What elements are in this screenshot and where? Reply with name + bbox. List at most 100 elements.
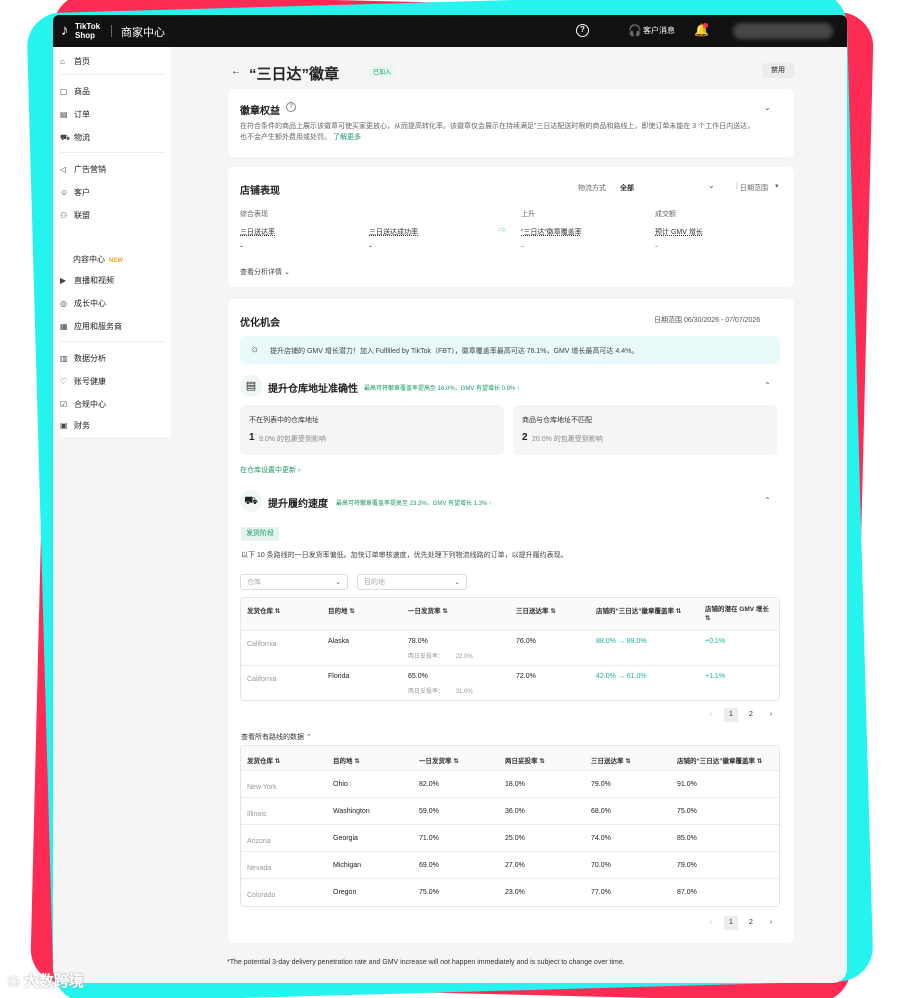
column-header-warehouse[interactable]: 发货仓库 ⇅ — [247, 755, 280, 765]
column-header-coverage[interactable]: 店铺的“三日达”徽章覆盖率 ⇅ — [677, 755, 762, 765]
opportunity-date-range: 日期范围 06/30/2026 - 07/07/2026 — [654, 317, 761, 324]
info-icon[interactable]: ? — [286, 102, 296, 112]
notification-dot — [703, 23, 708, 28]
apps-icon: ▦ — [60, 322, 68, 331]
cell: 23.0% — [505, 889, 525, 896]
sidebar-item-analytics[interactable]: ▥ 数据分析 — [60, 352, 106, 366]
megaphone-icon: ◁ — [60, 165, 67, 174]
page-button-1[interactable]: 1 — [724, 916, 738, 930]
column-header-3day-rate[interactable]: 三日送达率 ⇅ — [516, 605, 556, 615]
sidebar-item-label: 直播和视频 — [74, 276, 114, 285]
sidebar-item-finance[interactable]: ▣ 财务 — [60, 419, 171, 437]
fbt-banner-text: 提升店铺的 GMV 增长潜力！加入 Fulfilled by TikTok（FB… — [270, 348, 639, 355]
row-divider — [241, 665, 779, 666]
rise-label: 上升 — [521, 211, 535, 218]
video-icon: ▶ — [60, 276, 67, 285]
cell: 27.0% — [505, 862, 525, 869]
column-header-warehouse[interactable]: 发货仓库 ⇅ — [247, 605, 280, 615]
sidebar-item-ads[interactable]: ◁ 广告营销 — [60, 163, 106, 177]
column-header-2day-rate[interactable]: 两日妥投率 ⇅ — [505, 755, 545, 765]
sidebar: ⌂ 首页 ▢ 商品 ▤ 订单 ⛟ 物流 ◁ 广告营销 ☺ 客户 ⚇ 联盟 内容中心 NEW ▶ 直… — [53, 47, 171, 423]
sidebar-item-label: 账号健康 — [74, 377, 106, 386]
cell-3day-rate: 72.0% — [516, 673, 536, 680]
sidebar-item-compliance[interactable]: ☑ 合规中心 — [60, 398, 106, 412]
page-next-button[interactable]: › — [764, 916, 778, 930]
chevron-down-icon[interactable]: ⌄ — [764, 103, 771, 112]
customer-messages-link[interactable]: 客户消息 — [643, 25, 675, 36]
learn-more-link[interactable]: 了解更多 — [333, 134, 361, 141]
sidebar-item-live-video[interactable]: ▶ 直播和视频 — [60, 274, 114, 288]
help-icon[interactable]: ? — [576, 24, 589, 37]
fulfillment-note-text: 最高可将徽章覆盖率提高至 23.3%，GMV 有望增长 1.3% — [336, 501, 488, 507]
sidebar-item-account-health[interactable]: ♡ 账号健康 — [60, 375, 106, 389]
sidebar-item-growth[interactable]: ◎ 成长中心 — [60, 297, 106, 311]
sidebar-item-orders[interactable]: ▤ 订单 — [60, 108, 90, 122]
page-button-2[interactable]: 2 — [744, 916, 758, 930]
table-header — [241, 598, 779, 630]
destination-filter-select[interactable]: 目的地 ⌄ — [357, 574, 467, 590]
column-header-text: 三日送达率 — [591, 758, 624, 765]
warehouse-issue-box[interactable]: 商品与仓库地址不匹配 2 20.0% 的包裹受到影响 — [513, 405, 777, 455]
view-all-routes-link[interactable]: 查看所有路线的数据 ⌃ — [241, 732, 312, 742]
cell-gmv: +0.1% — [705, 638, 726, 645]
sidebar-item-customers[interactable]: ☺ 客户 — [60, 186, 90, 200]
account-avatar-blurred[interactable] — [733, 23, 833, 39]
page-next-button[interactable]: › — [764, 708, 778, 722]
page-button-1[interactable]: 1 — [724, 708, 738, 722]
caret-down-icon[interactable]: ▾ — [775, 182, 779, 190]
back-arrow-icon[interactable]: ← — [229, 65, 243, 79]
disable-button[interactable]: 禁用 — [762, 63, 794, 78]
sidebar-item-logistics[interactable]: ⛟ 物流 — [60, 131, 90, 145]
sidebar-divider — [60, 74, 165, 75]
warehouse-filter-select[interactable]: 仓库 ⌄ — [240, 574, 348, 590]
sidebar-item-affiliate[interactable]: ⚇ 联盟 — [60, 209, 90, 223]
arrow-right-icon: ⇨ — [498, 225, 507, 236]
warehouse-section-title: 提升仓库地址准确性 — [268, 384, 358, 395]
headset-icon[interactable]: 🎧 — [628, 24, 642, 37]
warehouse-note-text: 最高可将徽章覆盖率提高至 16.0%，GMV 有望增长 0.9% — [364, 386, 516, 392]
sidebar-item-apps[interactable]: ▦ 应用和服务商 — [60, 320, 122, 334]
page-prev-button[interactable]: ‹ — [704, 708, 718, 722]
date-range-select[interactable]: 日期范围 — [740, 183, 768, 193]
sidebar-item-products[interactable]: ▢ 商品 — [60, 85, 90, 99]
status-badge: 已加入 — [369, 66, 396, 77]
watermark-text: 大数跨境 — [23, 973, 84, 990]
column-header-ship-rate[interactable]: 一日发货率 ⇅ — [419, 755, 459, 765]
view-analysis-details-link[interactable]: 查看分析详情 ⌄ — [240, 267, 290, 277]
sidebar-divider — [60, 341, 165, 342]
sidebar-item-home[interactable]: ⌂ 首页 — [60, 55, 90, 69]
cell: 36.0% — [505, 808, 525, 815]
logistics-select[interactable]: 全部 — [620, 183, 634, 193]
shipping-stage-tag[interactable]: 发货阶段 — [241, 527, 279, 541]
sidebar-item-label: 财务 — [74, 421, 90, 430]
cell-sub-value: 22.0% — [455, 654, 473, 660]
sidebar-subitem-content-center[interactable]: 内容中心 NEW — [73, 254, 123, 265]
cell: Ohio — [333, 781, 348, 788]
chevron-down-icon: ⌄ — [335, 579, 341, 586]
tiktok-shop-logo[interactable]: TikTok Shop — [75, 22, 100, 40]
vertical-divider: | — [736, 183, 738, 190]
sidebar-item-label: 成长中心 — [74, 299, 106, 308]
chevron-up-icon[interactable]: ⌃ — [764, 496, 771, 505]
column-header-text: 一日发货率 — [419, 758, 452, 765]
update-warehouse-link[interactable]: 在仓库设置中更新 › — [240, 465, 300, 475]
column-header-coverage[interactable]: 店铺的“三日达”徽章覆盖率 ⇅ — [596, 605, 681, 615]
column-header-ship-rate[interactable]: 一日发货率 ⇅ — [408, 605, 448, 615]
page-prev-button[interactable]: ‹ — [704, 916, 718, 930]
cell: New York — [247, 784, 277, 791]
sidebar-subitem-label: 内容中心 — [73, 255, 105, 264]
issue-title: 商品与仓库地址不匹配 — [522, 417, 592, 424]
column-header-destination[interactable]: 目的地 ⇅ — [328, 605, 355, 615]
warehouse-issue-box[interactable]: 不在列表中的仓库地址 1 9.0% 的包裹受到影响 — [240, 405, 504, 455]
column-header-3day-rate[interactable]: 三日送达率 ⇅ — [591, 755, 631, 765]
cell: 71.0% — [419, 835, 439, 842]
column-header-gmv[interactable]: 店铺的潜在 GMV 增长 ⇅ — [705, 605, 773, 623]
chevron-up-icon[interactable]: ⌃ — [764, 381, 771, 390]
top-divider — [111, 25, 112, 37]
app-window: ♪ TikTok Shop 商家中心 ? 🎧 客户消息 🔔 ⌂ 首页 ▢ 商品 ▤ 订… — [53, 15, 847, 983]
chevron-down-icon[interactable]: ⌄ — [708, 181, 715, 190]
product-icon: ▢ — [60, 87, 68, 96]
column-header-destination[interactable]: 目的地 ⇅ — [333, 755, 360, 765]
page-button-2[interactable]: 2 — [744, 708, 758, 722]
cell-ship-rate: 65.0% — [408, 673, 428, 680]
